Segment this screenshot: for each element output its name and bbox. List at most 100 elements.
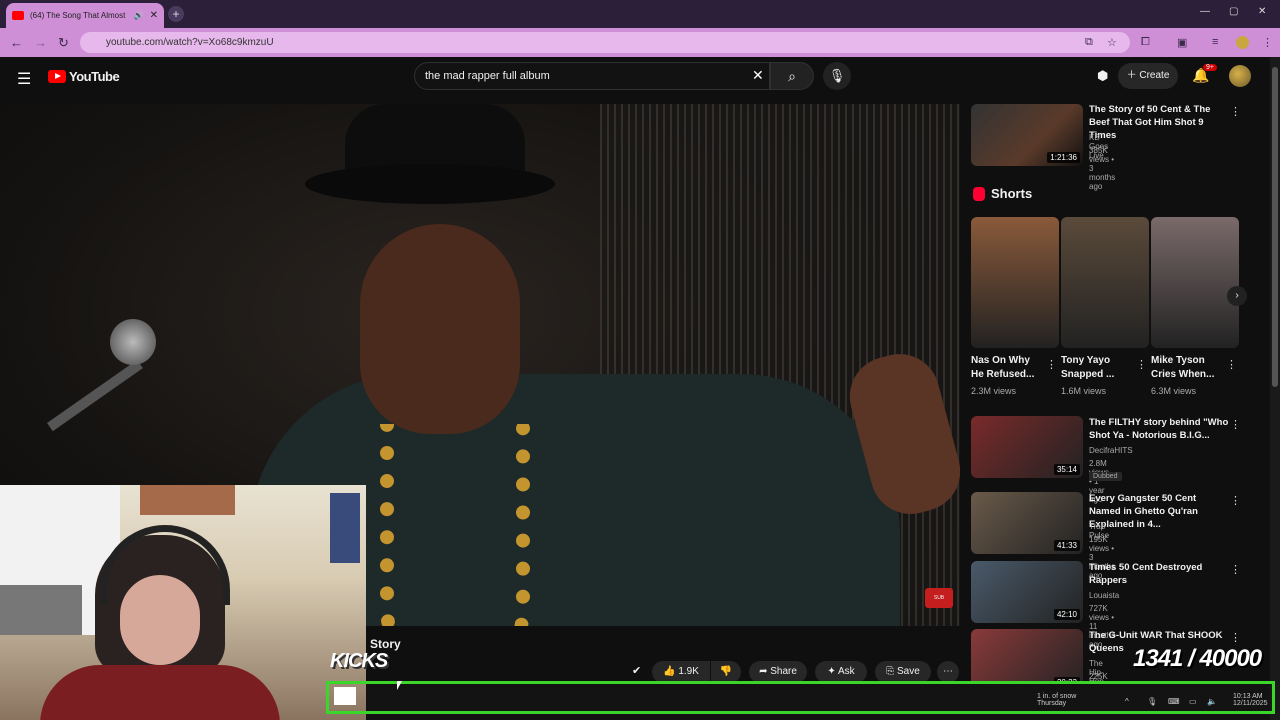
- channel-name[interactable]: Louaista: [1089, 591, 1119, 600]
- kicks-overlay-text: KICKS: [330, 650, 388, 672]
- browser-tab[interactable]: (64) The Song That Almost 🔊 ✕: [6, 3, 164, 28]
- logo-text: YouTube: [69, 69, 120, 84]
- like-button[interactable]: 👍 1.9K: [652, 661, 710, 683]
- tray-keyboard-icon[interactable]: ⌨: [1168, 697, 1180, 706]
- hamburger-menu-icon[interactable]: ☰: [17, 69, 31, 89]
- more-menu-icon[interactable]: ⋮: [1262, 36, 1273, 49]
- sidepanel-icon[interactable]: ▣: [1177, 36, 1187, 49]
- notification-badge: 9+: [1203, 64, 1217, 71]
- page-scrollbar[interactable]: [1270, 57, 1280, 720]
- channel-name[interactable]: DecifraHITS: [1089, 446, 1133, 455]
- more-options-icon[interactable]: ⋮: [1230, 494, 1241, 507]
- more-options-icon[interactable]: ⋮: [1226, 358, 1237, 371]
- video-card-title[interactable]: Times 50 Cent Destroyed Rappers: [1089, 561, 1229, 587]
- forward-icon[interactable]: →: [34, 35, 47, 50]
- video-card-title[interactable]: The Story of 50 Cent & The Beef That Got…: [1089, 103, 1229, 142]
- browser-tab-bar: (64) The Song That Almost 🔊 ✕ + — ▢ ✕: [0, 0, 1280, 28]
- tray-chevron-icon[interactable]: ^: [1125, 697, 1129, 706]
- save-button[interactable]: ⎘ Save: [875, 661, 931, 683]
- close-window-icon[interactable]: ✕: [1258, 6, 1266, 17]
- clear-search-icon[interactable]: ✕: [752, 67, 764, 84]
- video-duration: 35:14: [1053, 464, 1080, 475]
- more-options-icon[interactable]: ⋮: [1230, 563, 1241, 576]
- short-thumbnail[interactable]: [971, 217, 1059, 348]
- shorts-header: Shorts: [973, 186, 1032, 201]
- short-views: 6.3M views: [1151, 386, 1197, 396]
- subscribe-watermark[interactable]: SUB: [925, 588, 953, 608]
- speaker-icon[interactable]: 🔊: [134, 11, 144, 20]
- more-horizontal-icon: ⋯: [943, 666, 953, 677]
- dislike-button[interactable]: 👎: [711, 661, 741, 683]
- tray-display-icon[interactable]: ▭: [1189, 697, 1197, 706]
- short-thumbnail[interactable]: [1061, 217, 1149, 348]
- thumbs-up-icon: 👍: [663, 666, 676, 677]
- search-input[interactable]: the mad rapper full album: [414, 62, 770, 90]
- search-icon: ⌕: [788, 68, 796, 84]
- video-meta: 385K views • 3 months ago: [1089, 146, 1116, 191]
- video-duration: 41:33: [1053, 540, 1080, 551]
- ask-button[interactable]: ✦ Ask: [815, 661, 867, 683]
- tray-mic-icon[interactable]: 🎙: [1147, 697, 1157, 706]
- video-gold-chain: [380, 424, 530, 626]
- url-field[interactable]: youtube.com/watch?v=Xo68c9kmzuU: [80, 32, 1130, 53]
- account-avatar[interactable]: [1229, 65, 1251, 87]
- video-card-title[interactable]: Every Gangster 50 Cent Named in Ghetto Q…: [1089, 492, 1229, 531]
- shorts-icon: [973, 186, 985, 201]
- back-icon[interactable]: ←: [10, 35, 23, 50]
- short-title[interactable]: Tony Yayo Snapped ...: [1061, 354, 1133, 382]
- cast-icon[interactable]: ⧉: [1085, 36, 1093, 49]
- extensions-icon[interactable]: ⧠: [1141, 36, 1150, 49]
- video-thumbnail[interactable]: 35:14: [971, 416, 1083, 478]
- video-duration: 1:21:36: [1047, 152, 1080, 163]
- search-button[interactable]: ⌕: [770, 62, 814, 90]
- close-tab-icon[interactable]: ✕: [150, 10, 158, 21]
- video-thumbnail[interactable]: 41:33: [971, 492, 1083, 554]
- clock-time: 10:13 AM: [1233, 693, 1263, 700]
- webcam-storage-bin: [0, 585, 82, 635]
- goal-counter-overlay: 1341 / 40000: [1133, 645, 1262, 672]
- scrollbar-thumb[interactable]: [1272, 67, 1278, 387]
- minimize-icon[interactable]: —: [1200, 6, 1210, 17]
- more-options-icon[interactable]: ⋮: [1046, 358, 1057, 371]
- clock-date: 12/11/2025: [1233, 700, 1268, 707]
- video-thumbnail[interactable]: 42:10: [971, 561, 1083, 623]
- maximize-icon[interactable]: ▢: [1229, 6, 1238, 17]
- address-bar-row: ← → ↻ youtube.com/watch?v=Xo68c9kmzuU ⧉ …: [0, 28, 1280, 57]
- voice-search-button[interactable]: 🎙: [823, 62, 851, 90]
- reload-icon[interactable]: ↻: [58, 35, 69, 51]
- weather-day: Thursday: [1037, 700, 1067, 707]
- tray-volume-icon[interactable]: 🔈: [1207, 697, 1217, 706]
- share-label: Share: [770, 666, 797, 677]
- video-card-title[interactable]: The FILTHY story behind "Who Shot Ya - N…: [1089, 416, 1229, 442]
- share-button[interactable]: ➦ Share: [749, 661, 807, 683]
- video-thumbnail[interactable]: 1:21:36: [971, 104, 1083, 166]
- youtube-favicon-icon: [12, 11, 24, 20]
- tab-title: (64) The Song That Almost: [30, 11, 126, 20]
- youtube-logo[interactable]: YouTube: [48, 69, 120, 84]
- new-tab-button[interactable]: +: [168, 6, 184, 22]
- profile-avatar[interactable]: [1236, 36, 1249, 49]
- video-duration: 42:10: [1053, 609, 1080, 620]
- more-options-icon[interactable]: ⋮: [1230, 105, 1241, 118]
- more-actions-button[interactable]: ⋯: [937, 661, 959, 683]
- taskbar-clock[interactable]: 10:13 AM 12/11/2025: [1233, 693, 1268, 707]
- weather-text: 1 in. of snow: [1037, 693, 1077, 700]
- short-title[interactable]: Nas On Why He Refused...: [971, 354, 1043, 382]
- menu-list-icon[interactable]: ≡: [1212, 36, 1218, 48]
- video-person-head: [360, 224, 520, 434]
- more-options-icon[interactable]: ⋮: [1136, 358, 1147, 371]
- short-thumbnail[interactable]: [1151, 217, 1239, 348]
- more-options-icon[interactable]: ⋮: [1230, 418, 1241, 431]
- weather-widget[interactable]: 1 in. of snow Thursday: [1037, 693, 1076, 707]
- bookmark-star-icon[interactable]: ☆: [1107, 36, 1117, 49]
- video-mic-stand: [47, 359, 143, 432]
- shorts-next-chevron-icon[interactable]: ›: [1227, 286, 1247, 306]
- short-views: 2.3M views: [971, 386, 1017, 396]
- youtube-header: ☰ YouTube the mad rapper full album ✕ ⌕ …: [0, 57, 1270, 97]
- video-title: Story: [370, 637, 401, 651]
- short-title[interactable]: Mike Tyson Cries When...: [1151, 354, 1223, 382]
- short-views: 1.6M views: [1061, 386, 1107, 396]
- more-options-icon[interactable]: ⋮: [1230, 631, 1241, 644]
- create-button[interactable]: ＋ Create: [1118, 63, 1178, 89]
- cast-device-icon[interactable]: ⬢: [1097, 68, 1108, 84]
